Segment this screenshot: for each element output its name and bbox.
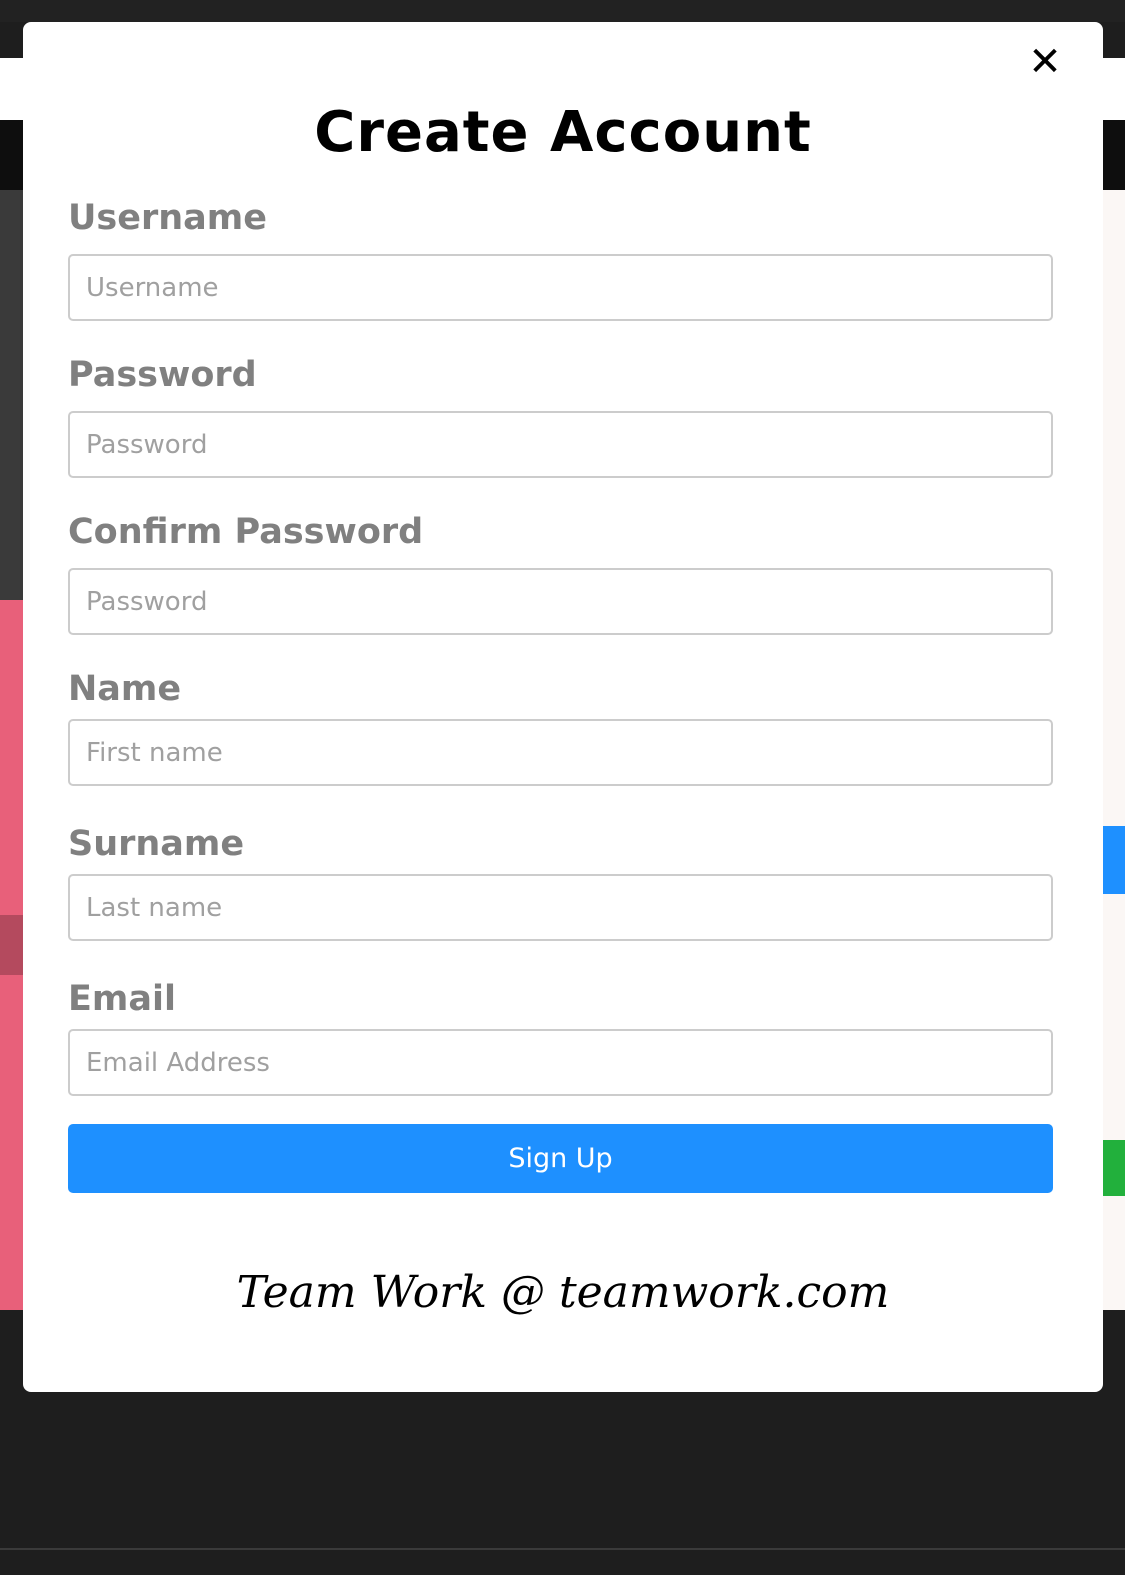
email-input[interactable] bbox=[68, 1029, 1053, 1096]
background-divider bbox=[0, 1548, 1125, 1550]
footer-text: Team Work @ teamwork.com bbox=[236, 1267, 890, 1318]
username-label: Username bbox=[68, 198, 267, 238]
sign-up-button[interactable]: Sign Up bbox=[68, 1124, 1053, 1193]
password-input[interactable] bbox=[68, 411, 1053, 478]
username-input[interactable] bbox=[68, 254, 1053, 321]
background-top-bar bbox=[0, 0, 1125, 22]
name-label: Name bbox=[68, 669, 182, 709]
last-name-input[interactable] bbox=[68, 874, 1053, 941]
modal-title: Create Account bbox=[314, 100, 812, 165]
close-icon[interactable]: ✕ bbox=[1025, 42, 1065, 82]
surname-label: Surname bbox=[68, 824, 245, 864]
create-account-modal: ✕ Create Account Username Password Confi… bbox=[23, 22, 1103, 1392]
confirm-password-input[interactable] bbox=[68, 568, 1053, 635]
signup-form: Username Password Confirm Password Name … bbox=[68, 192, 1053, 1193]
password-label: Password bbox=[68, 355, 257, 395]
email-label: Email bbox=[68, 979, 176, 1019]
first-name-input[interactable] bbox=[68, 719, 1053, 786]
confirm-password-label: Confirm Password bbox=[68, 512, 424, 552]
